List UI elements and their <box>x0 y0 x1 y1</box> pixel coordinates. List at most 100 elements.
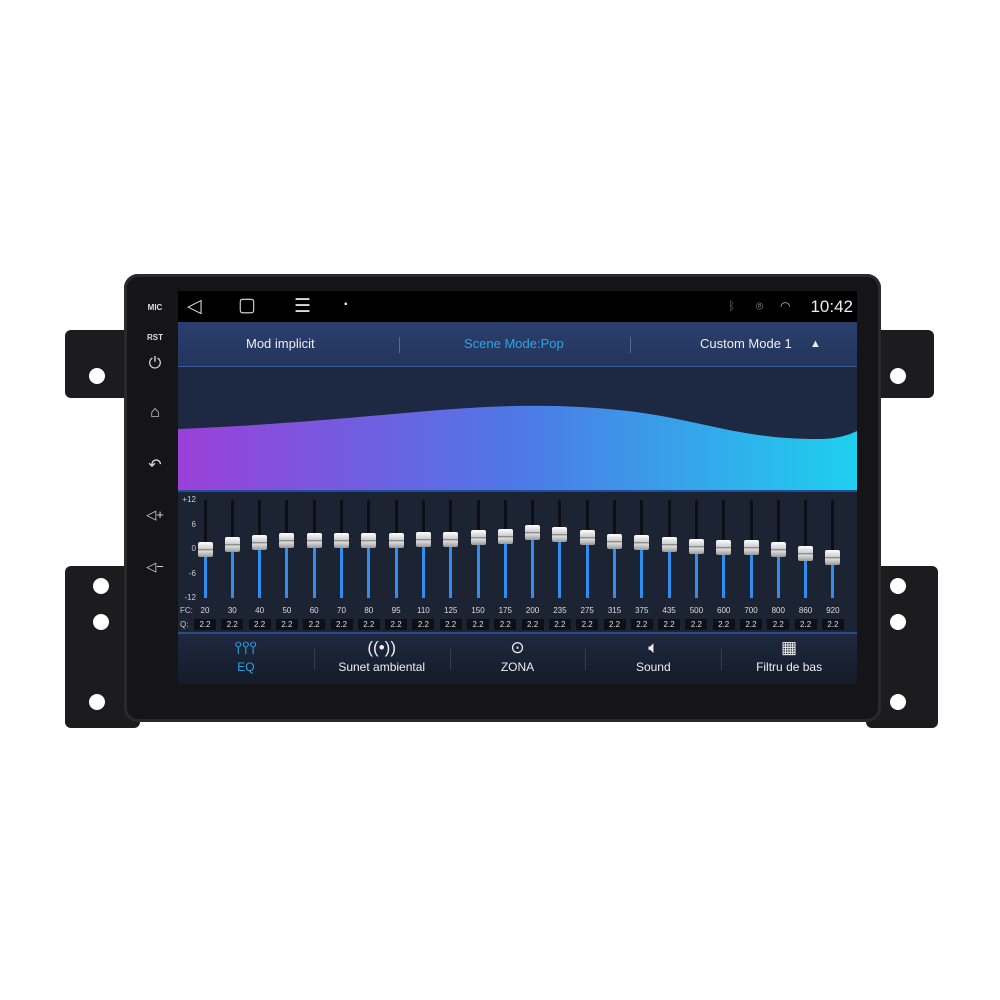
band-frequency: 700 <box>744 606 758 615</box>
band-q-value[interactable]: 2.2 <box>467 619 489 630</box>
band-q-value[interactable]: 2.2 <box>821 619 844 630</box>
slider-handle[interactable] <box>252 535 268 551</box>
slider-fill <box>449 539 453 598</box>
slider-fill <box>640 542 644 598</box>
band-q-value[interactable]: 2.2 <box>248 619 271 630</box>
slider-handle[interactable] <box>197 541 213 557</box>
slider-handle[interactable] <box>825 549 841 565</box>
slider-handle[interactable] <box>579 530 595 546</box>
band-frequency: 95 <box>391 606 401 615</box>
slider-handle[interactable] <box>224 537 240 553</box>
band-q-value[interactable]: 2.2 <box>303 619 326 630</box>
back-icon[interactable]: ↶ <box>140 455 170 475</box>
band-q-value[interactable]: 2.2 <box>521 619 544 630</box>
band-q-value[interactable]: 2.2 <box>658 619 681 630</box>
band-q-value[interactable]: 2.2 <box>767 619 790 630</box>
slider-handle[interactable] <box>361 533 377 549</box>
slider-handle[interactable] <box>388 533 404 549</box>
tab-eq[interactable]: ⫯⫯⫯ EQ <box>178 634 314 684</box>
tab-label: ZONA <box>500 660 535 674</box>
band-q-value[interactable]: 2.2 <box>357 619 380 630</box>
slider-handle[interactable] <box>470 530 486 546</box>
bass-filter-icon: ▦ <box>781 638 798 657</box>
tab-sunet-ambiental[interactable]: ((•)) Sunet ambiental <box>314 634 450 684</box>
mic-label: MIC <box>147 303 163 312</box>
nav-menu-icon[interactable]: ☰ <box>294 295 311 318</box>
slider-handle[interactable] <box>716 540 732 556</box>
volume-down-icon[interactable]: ◁− <box>140 559 170 575</box>
nav-back-icon[interactable]: ◁ <box>187 295 202 318</box>
status-bar: ◁ ▢ ☰ ▪ ᛒ ⌾ ◠ 10:42 <box>178 291 857 322</box>
home-icon[interactable]: ⌂ <box>140 404 170 422</box>
custom-mode-button[interactable]: Custom Mode 1 <box>700 336 792 351</box>
band-frequency: 150 <box>471 606 485 615</box>
mode-header: Mod implicit Scene Mode:Pop Custom Mode … <box>178 322 857 367</box>
band-q-value[interactable]: 2.2 <box>330 619 353 630</box>
band-q-value[interactable]: 2.2 <box>412 619 435 630</box>
slider-fill <box>258 542 262 598</box>
band-q-value[interactable]: 2.2 <box>439 619 462 630</box>
slider-handle[interactable] <box>497 529 513 545</box>
scene-mode-button[interactable]: Scene Mode:Pop <box>464 336 564 351</box>
slider-handle[interactable] <box>688 539 704 555</box>
clock: 10:42 <box>810 297 853 316</box>
band-q-value[interactable]: 2.2 <box>221 619 244 630</box>
tab-label: Sound <box>635 660 671 674</box>
slider-handle[interactable] <box>770 541 786 557</box>
band-q-value[interactable]: 2.2 <box>385 619 408 630</box>
slider-fill <box>230 544 234 598</box>
gallery-icon[interactable]: ▪ <box>344 299 348 310</box>
slider-handle[interactable] <box>743 540 759 556</box>
band-frequency: 80 <box>364 606 374 615</box>
band-q-value[interactable]: 2.2 <box>548 619 571 630</box>
slider-handle[interactable] <box>279 533 295 549</box>
band-q-value[interactable]: 2.2 <box>712 619 735 630</box>
surround-icon: ((•)) <box>367 638 396 657</box>
band-q-value[interactable]: 2.2 <box>630 619 653 630</box>
default-mode-button[interactable]: Mod implicit <box>246 336 315 351</box>
slider-handle[interactable] <box>525 525 541 541</box>
slider-handle[interactable] <box>306 533 322 549</box>
equalizer-icon: ⫯⫯⫯ <box>234 638 257 657</box>
band-q-value[interactable]: 2.2 <box>740 619 762 630</box>
slider-fill <box>558 534 562 598</box>
tab-zona[interactable]: ⊙ ZONA <box>450 634 586 684</box>
slider-handle[interactable] <box>415 532 431 548</box>
slider-handle[interactable] <box>334 533 349 549</box>
slider-handle[interactable] <box>634 535 650 551</box>
slider-fill <box>749 547 753 598</box>
slider-fill <box>722 547 726 598</box>
eq-curve-display <box>178 367 857 490</box>
nav-home-icon[interactable]: ▢ <box>238 294 256 317</box>
slider-handle[interactable] <box>661 537 677 553</box>
slider-handle[interactable] <box>798 545 814 561</box>
power-icon[interactable]: ⏻ <box>140 355 170 373</box>
divider <box>585 648 587 670</box>
band-q-value[interactable]: 2.2 <box>576 619 599 630</box>
band-q-value[interactable]: 2.2 <box>194 619 216 630</box>
bottom-tab-bar: ⫯⫯⫯ EQ ((•)) Sunet ambiental ⊙ ZONA 🔈︎ Sound ▦ Fi… <box>178 632 857 684</box>
reset-button[interactable]: RST <box>140 333 170 342</box>
scale-label: +12 <box>182 495 196 504</box>
band-frequency: 60 <box>309 606 319 615</box>
caret-up-icon[interactable]: ▲ <box>810 338 821 350</box>
band-frequency: 70 <box>337 606 346 615</box>
band-q-value[interactable]: 2.2 <box>794 619 817 630</box>
band-frequency: 500 <box>689 606 704 615</box>
band-frequency: 200 <box>525 606 540 615</box>
band-q-value[interactable]: 2.2 <box>275 619 298 630</box>
divider <box>449 648 451 670</box>
bluetooth-icon: ᛒ <box>728 299 736 313</box>
tab-filtru-de-bas[interactable]: ▦ Filtru de bas <box>721 634 857 684</box>
tab-sound[interactable]: 🔈︎ Sound <box>585 634 721 684</box>
slider-handle[interactable] <box>552 527 568 543</box>
volume-up-icon[interactable]: ◁+ <box>140 507 170 523</box>
slider-handle[interactable] <box>607 534 622 550</box>
band-q-value[interactable]: 2.2 <box>603 619 626 630</box>
band-q-value[interactable]: 2.2 <box>685 619 708 630</box>
tab-label: EQ <box>237 660 255 674</box>
band-q-value[interactable]: 2.2 <box>494 619 517 630</box>
slider-handle[interactable] <box>443 532 459 548</box>
band-frequency: 860 <box>798 606 813 615</box>
slider-fill <box>503 536 507 598</box>
